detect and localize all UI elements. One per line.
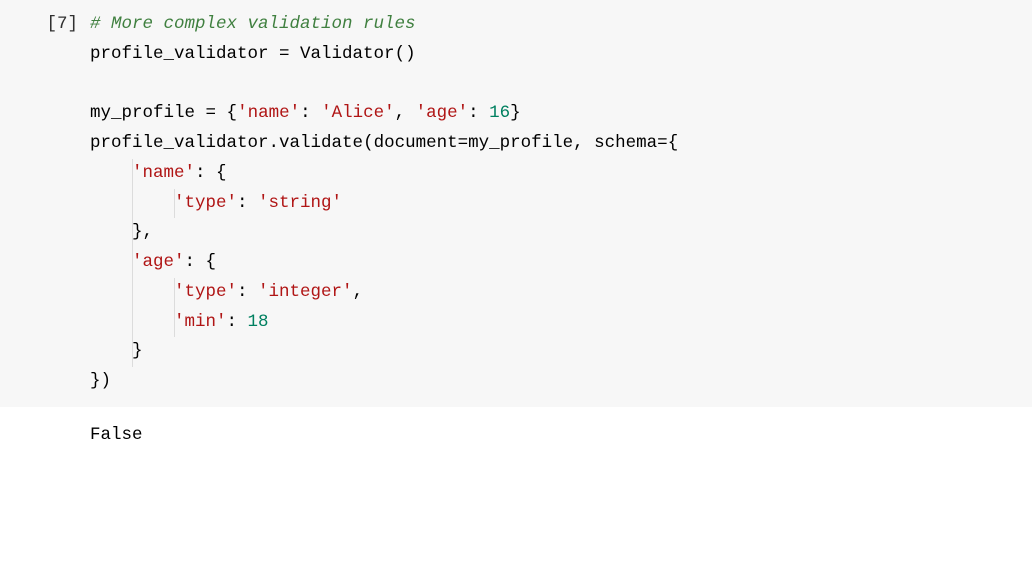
number-token: 18 — [248, 312, 269, 332]
punct-token: : — [227, 312, 248, 332]
indent-guide — [174, 308, 175, 338]
comment-token: # More complex validation rules — [90, 14, 416, 34]
indent-guide — [132, 308, 133, 338]
punct-token: : — [237, 193, 258, 213]
code-area: # More complex validation rules profile_… — [90, 10, 1032, 397]
punct-token: : { — [185, 252, 217, 272]
string-token: 'min' — [174, 312, 227, 332]
code-line: 'name': { — [90, 159, 1024, 189]
identifier-token: document — [374, 133, 458, 153]
punct-token: () — [395, 44, 416, 64]
identifier-token: profile_validator — [90, 44, 269, 64]
indent-guide — [174, 278, 175, 308]
code-line: # More complex validation rules — [90, 10, 1024, 40]
string-token: 'age' — [416, 103, 469, 123]
indent-token — [90, 222, 132, 242]
identifier-token: my_profile — [90, 103, 195, 123]
punct-token: : { — [195, 163, 227, 183]
operator-token: = — [195, 103, 227, 123]
output-text: False — [90, 421, 143, 451]
code-line: 'min': 18 — [90, 308, 1024, 338]
punct-token: , — [395, 103, 416, 123]
indent-guide — [132, 189, 133, 219]
number-token: 16 — [489, 103, 510, 123]
string-token: 'integer' — [258, 282, 353, 302]
identifier-token: profile_validator — [90, 133, 269, 153]
indent-guide — [132, 218, 133, 248]
input-area: [7] # More complex validation rules prof… — [0, 0, 1032, 407]
output-cell: False — [0, 407, 1032, 459]
indent-guide — [132, 278, 133, 308]
punct-token: ( — [363, 133, 374, 153]
string-token: 'name' — [237, 103, 300, 123]
string-token: 'type' — [174, 282, 237, 302]
punct-token: : — [237, 282, 258, 302]
indent-guide — [132, 248, 133, 278]
identifier-token: schema — [594, 133, 657, 153]
code-line: } — [90, 337, 1024, 367]
code-line: 'age': { — [90, 248, 1024, 278]
cell-prompt: [7] — [0, 10, 90, 397]
punct-token: : — [300, 103, 321, 123]
indent-guide — [132, 159, 133, 189]
indent-guide — [174, 189, 175, 219]
code-line: }) — [90, 367, 1024, 397]
call-token: Validator — [300, 44, 395, 64]
code-line: 'type': 'integer', — [90, 278, 1024, 308]
indent-token — [90, 341, 132, 361]
operator-token: = — [458, 133, 469, 153]
punct-token: . — [269, 133, 280, 153]
punct-token: }) — [90, 371, 111, 391]
punct-token: }, — [132, 222, 153, 242]
punct-token: { — [227, 103, 238, 123]
string-token: 'age' — [132, 252, 185, 272]
operator-token: = — [657, 133, 668, 153]
output-area: False — [0, 407, 1032, 459]
code-line: profile_validator.validate(document=my_p… — [90, 129, 1024, 159]
code-line: my_profile = {'name': 'Alice', 'age': 16… — [90, 99, 1024, 129]
code-line-blank — [90, 70, 1024, 100]
identifier-token: my_profile — [468, 133, 573, 153]
indent-token — [90, 252, 132, 272]
punct-token: : — [468, 103, 489, 123]
punct-token: , — [573, 133, 594, 153]
code-line: 'type': 'string' — [90, 189, 1024, 219]
punct-token: } — [510, 103, 521, 123]
indent-guide — [132, 337, 133, 367]
string-token: 'name' — [132, 163, 195, 183]
call-token: validate — [279, 133, 363, 153]
indent-token — [90, 163, 132, 183]
string-token: 'type' — [174, 193, 237, 213]
string-token: 'string' — [258, 193, 342, 213]
notebook-cell: [7] # More complex validation rules prof… — [0, 0, 1032, 407]
string-token: 'Alice' — [321, 103, 395, 123]
code-line: profile_validator = Validator() — [90, 40, 1024, 70]
code-line: }, — [90, 218, 1024, 248]
punct-token: } — [132, 341, 143, 361]
operator-token: = — [269, 44, 301, 64]
punct-token: , — [353, 282, 364, 302]
output-prompt — [0, 421, 90, 451]
punct-token: { — [668, 133, 679, 153]
